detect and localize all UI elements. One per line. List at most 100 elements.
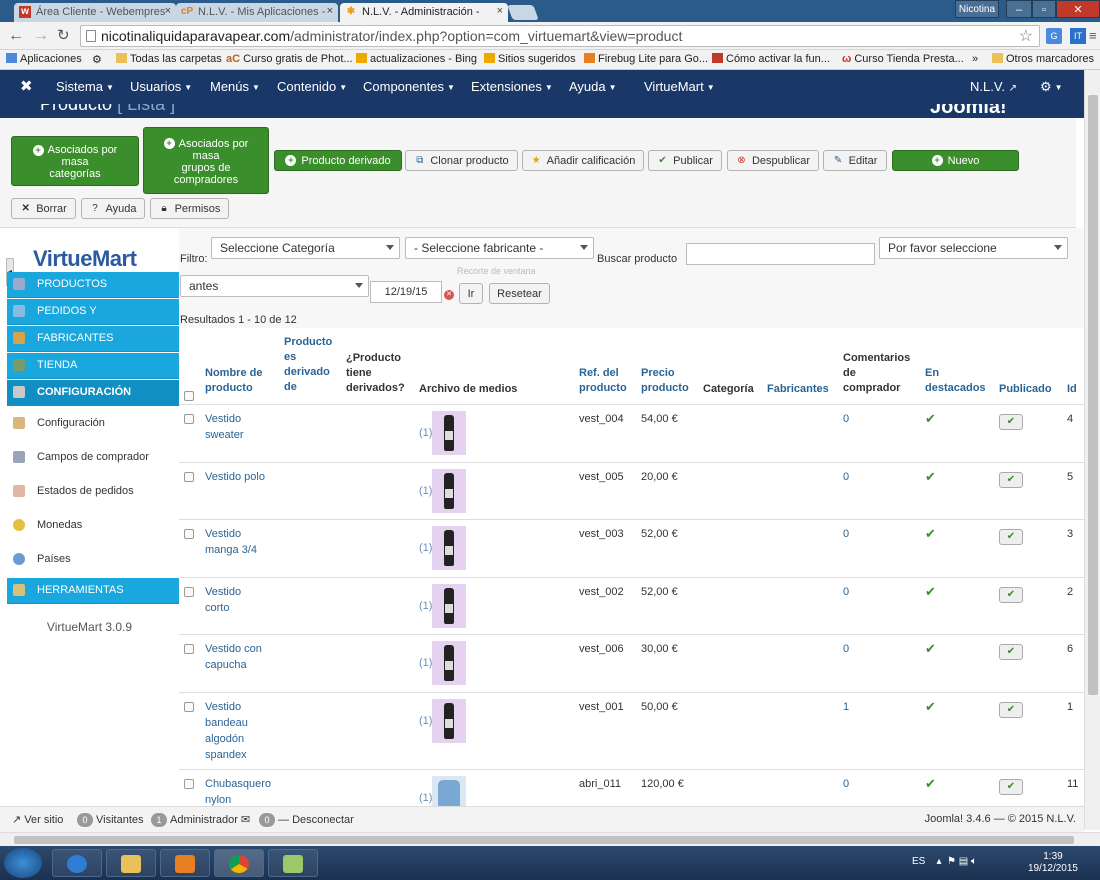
menu-usuarios[interactable]: Usuarios ▼ [130, 79, 192, 94]
product-name-link[interactable]: Vestido manga 3/4 [205, 526, 257, 558]
featured-check-icon[interactable]: ✔ [925, 584, 936, 600]
flag-icon[interactable]: ⚑ [947, 856, 956, 867]
permissions-button[interactable]: 🔒︎ Permisos [150, 198, 229, 219]
col-header-id[interactable]: Id [1067, 382, 1077, 397]
reviews-link[interactable]: 0 [843, 411, 849, 427]
col-header-published[interactable]: Publicado [999, 382, 1052, 397]
volume-icon[interactable]: 🔈︎ [971, 856, 977, 867]
browser-tab[interactable]: cP N.L.V. - Mis Aplicaciones - × [176, 3, 338, 22]
view-site-link[interactable]: ↗ Ver sitio [12, 813, 63, 826]
menu-contenido[interactable]: Contenido ▼ [277, 79, 347, 94]
forward-icon[interactable]: → [33, 27, 49, 45]
col-header-manufacturer[interactable]: Fabricantes [767, 382, 829, 397]
bookmark-folder[interactable]: Todas las carpetas [116, 53, 222, 65]
media-count[interactable]: (1) [419, 425, 432, 441]
menu-icon[interactable]: ≡ [1089, 27, 1097, 45]
mass-groups-button[interactable]: + Asociados por masa grupos de compradore… [143, 127, 269, 194]
menu-ayuda[interactable]: Ayuda ▼ [569, 79, 617, 94]
product-name-link[interactable]: Vestido corto [205, 584, 241, 616]
menu-extensiones[interactable]: Extensiones ▼ [471, 79, 553, 94]
menu-sistema[interactable]: Sistema ▼ [56, 79, 114, 94]
select-all-checkbox[interactable] [184, 391, 194, 401]
bookmark-link[interactable]: actualizaciones - Bing [356, 53, 477, 65]
bookmark-link[interactable]: aC Curso gratis de Phot... [226, 53, 353, 65]
system-clock[interactable]: 1:39 19/12/2015 [1028, 851, 1078, 875]
product-thumbnail[interactable] [432, 776, 466, 806]
published-toggle[interactable]: ✔ [999, 472, 1023, 488]
row-checkbox[interactable] [184, 414, 194, 424]
reviews-link[interactable]: 0 [843, 526, 849, 542]
back-icon[interactable]: ← [8, 27, 24, 45]
row-checkbox[interactable] [184, 587, 194, 597]
col-header-price[interactable]: Precio producto [641, 366, 689, 396]
product-thumbnail[interactable] [432, 641, 466, 685]
menu-virtuemart[interactable]: VirtueMart ▼ [644, 79, 715, 94]
settings-gear-icon[interactable]: ⚙ [92, 53, 102, 66]
media-count[interactable]: (1) [419, 713, 432, 729]
sidebar-subitem-monedas[interactable]: Monedas [7, 508, 179, 542]
joomla-logo-icon[interactable]: ✖ [20, 77, 33, 95]
row-checkbox[interactable] [184, 644, 194, 654]
bookmark-folder[interactable]: Otros marcadores [992, 53, 1094, 65]
media-count[interactable]: (1) [419, 540, 432, 556]
close-tab-icon[interactable]: × [327, 5, 333, 17]
published-toggle[interactable]: ✔ [999, 587, 1023, 603]
col-header-featured[interactable]: En destacados [925, 366, 986, 396]
published-toggle[interactable]: ✔ [999, 644, 1023, 660]
product-name-link[interactable]: Vestido con capucha [205, 641, 262, 673]
translate-extension-icon[interactable]: G [1046, 28, 1062, 44]
product-thumbnail[interactable] [432, 526, 466, 570]
start-button[interactable] [4, 848, 42, 878]
reviews-link[interactable]: 0 [843, 641, 849, 657]
published-toggle[interactable]: ✔ [999, 529, 1023, 545]
browser-tab-active[interactable]: ✱ N.L.V. - Administración - × [340, 3, 508, 22]
col-header-derived-of[interactable]: Producto es derivado de [284, 335, 332, 395]
row-checkbox[interactable] [184, 702, 194, 712]
table-row[interactable]: Vestido corto (1) vest_002 52,00 € 0 ✔ ✔ … [179, 577, 1084, 634]
publish-button[interactable]: ✔ Publicar [648, 150, 722, 171]
media-count[interactable]: (1) [419, 790, 432, 806]
bookmark-link[interactable]: Cómo activar la fun... [712, 53, 830, 65]
row-checkbox[interactable] [184, 529, 194, 539]
please-select-dropdown[interactable]: Por favor seleccione [879, 237, 1068, 259]
derived-product-button[interactable]: + Producto derivado [274, 150, 402, 171]
sidebar-item-configuracion[interactable]: CONFIGURACIÓN [7, 380, 179, 406]
media-count[interactable]: (1) [419, 483, 432, 499]
published-toggle[interactable]: ✔ [999, 702, 1023, 718]
featured-check-icon[interactable]: ✔ [925, 641, 936, 657]
menu-menus[interactable]: Menús ▼ [210, 79, 260, 94]
product-thumbnail[interactable] [432, 469, 466, 513]
date-input[interactable]: 12/19/15 [370, 281, 442, 303]
featured-check-icon[interactable]: ✔ [925, 776, 936, 792]
bookmark-star-icon[interactable]: ☆ [1019, 26, 1033, 46]
browser-tab[interactable]: w Área Cliente - Webempres × [14, 3, 176, 22]
bookmark-apps[interactable]: Aplicaciones [6, 53, 82, 65]
sidebar-item-productos[interactable]: PRODUCTOS [7, 272, 179, 298]
row-checkbox[interactable] [184, 779, 194, 789]
published-toggle[interactable]: ✔ [999, 414, 1023, 430]
media-count[interactable]: (1) [419, 655, 432, 671]
col-header-sku[interactable]: Ref. del producto [579, 366, 627, 396]
reviews-link[interactable]: 0 [843, 776, 849, 792]
sidebar-item-herramientas[interactable]: HERRAMIENTAS [7, 578, 179, 604]
featured-check-icon[interactable]: ✔ [925, 526, 936, 542]
bookmark-link[interactable]: Firebug Lite para Go... [584, 53, 708, 65]
clear-date-icon[interactable]: ✕ [444, 290, 454, 300]
sidebar-item-tienda[interactable]: TIENDA [7, 353, 179, 379]
site-name-link[interactable]: N.L.V. ↗ [970, 79, 1017, 94]
table-row[interactable]: Vestido polo (1) vest_005 20,00 € 0 ✔ ✔ … [179, 462, 1084, 519]
sidebar-item-fabricantes[interactable]: FABRICANTES [7, 326, 179, 352]
bookmark-link[interactable]: Sitios sugeridos [484, 53, 576, 65]
product-name-link[interactable]: Vestido sweater [205, 411, 244, 443]
close-tab-icon[interactable]: × [497, 5, 503, 17]
messages-status[interactable]: 0— Desconectar [256, 813, 354, 827]
help-button[interactable]: ? Ayuda [81, 198, 145, 219]
taskbar-app[interactable] [268, 849, 318, 877]
product-thumbnail[interactable] [432, 699, 466, 743]
featured-check-icon[interactable]: ✔ [925, 469, 936, 485]
horizontal-scrollbar[interactable] [0, 832, 1100, 846]
product-name-link[interactable]: Vestido bandeau algodón spandex [205, 699, 248, 763]
reviews-link[interactable]: 1 [843, 699, 849, 715]
bookmark-link[interactable]: ω Curso Tienda Presta... [842, 53, 964, 65]
delete-button[interactable]: ✕ Borrar [11, 198, 76, 219]
